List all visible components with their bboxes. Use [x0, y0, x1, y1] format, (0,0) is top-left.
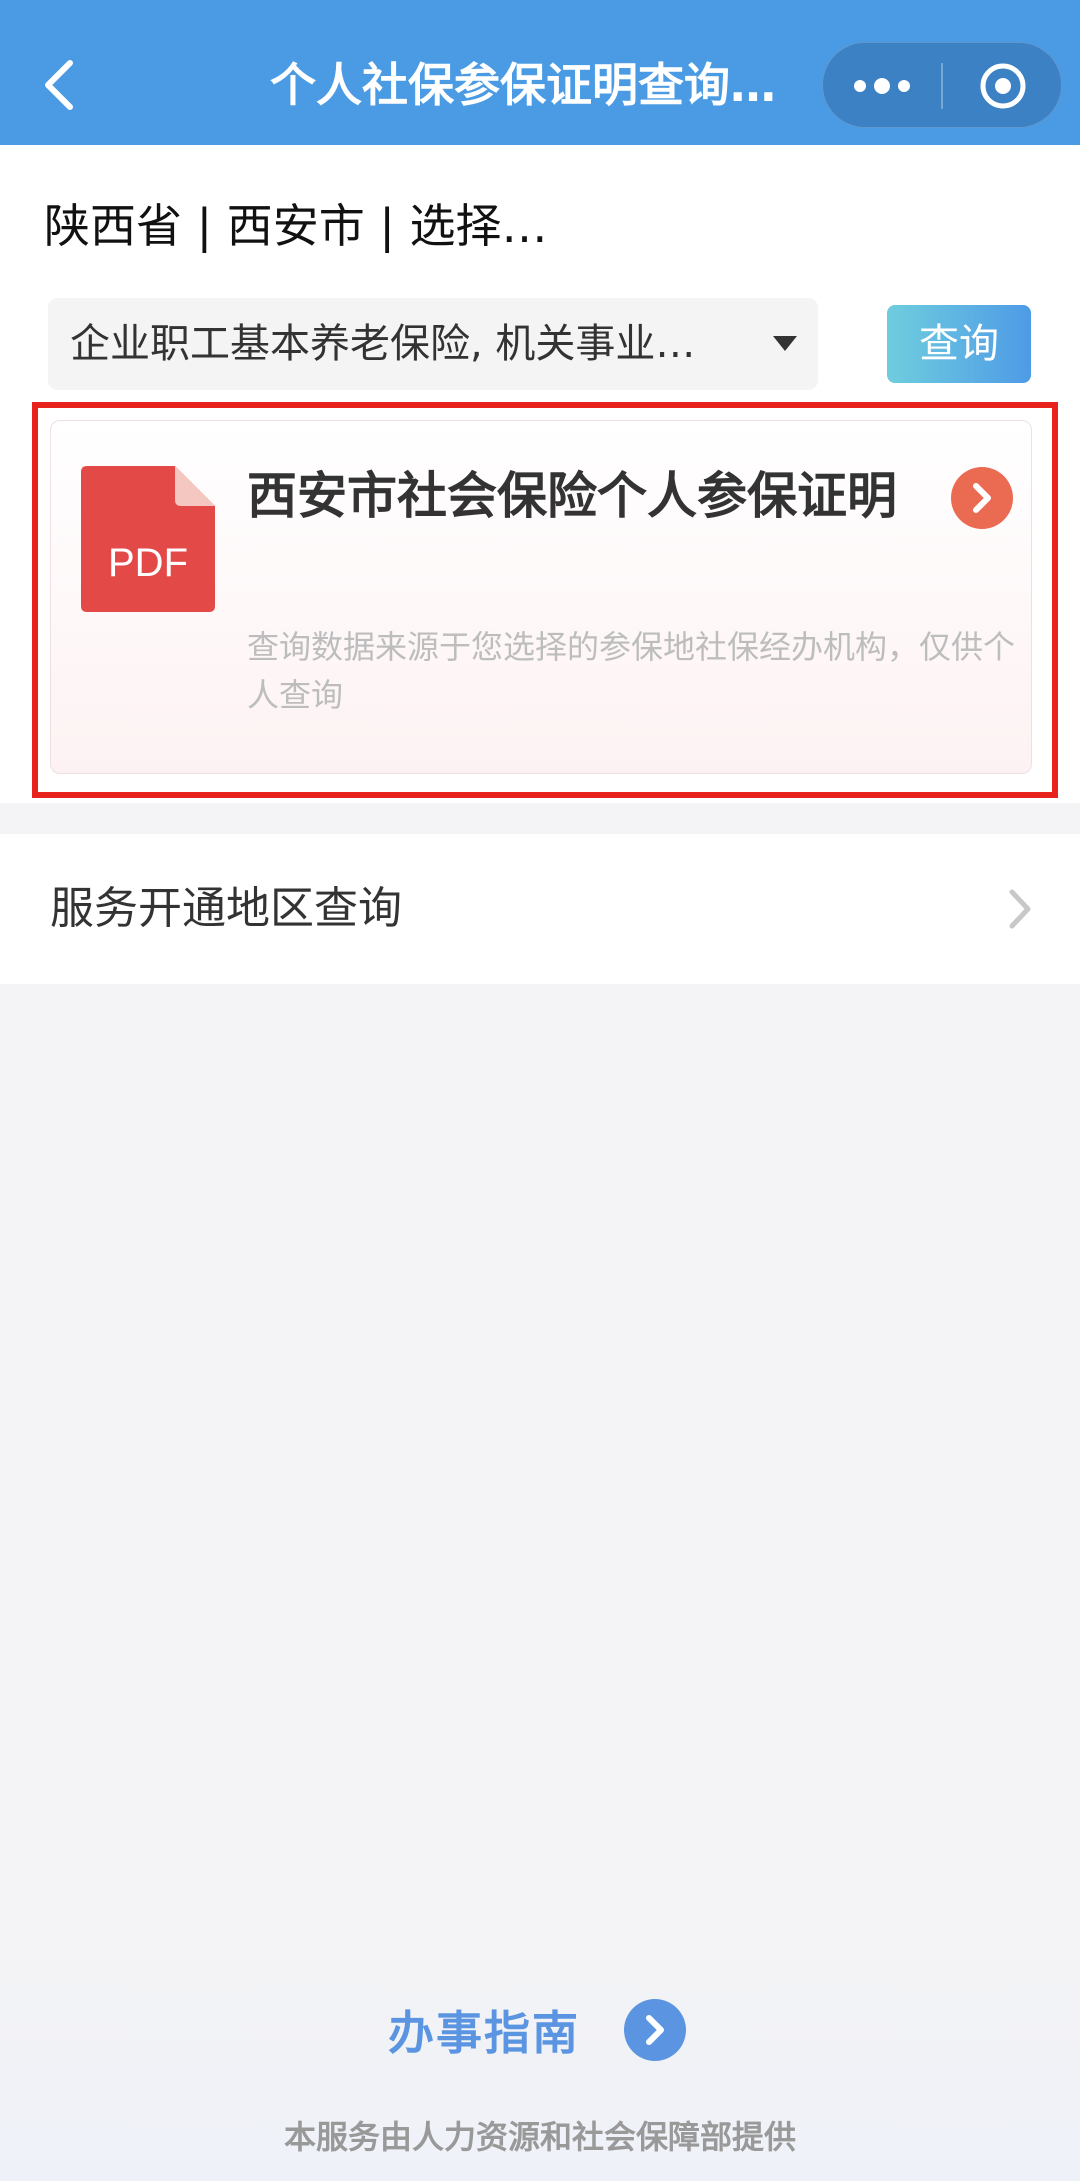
chevron-left-icon [45, 60, 73, 110]
service-area-row[interactable]: 服务开通地区查询 [0, 834, 1080, 984]
service-area-label: 服务开通地区查询 [50, 883, 402, 934]
query-button[interactable]: 查询 [887, 305, 1031, 383]
target-circle-icon [980, 63, 1026, 109]
miniapp-capsule [822, 42, 1062, 128]
caret-down-icon [773, 336, 797, 351]
location-selector[interactable]: 陕西省 | 西安市 | 选择… [44, 190, 547, 256]
more-button[interactable] [823, 43, 941, 129]
guide-link[interactable]: 办事指南 [388, 1990, 686, 2070]
chevron-right-circle-icon [624, 1999, 686, 2061]
insurance-type-select[interactable]: 企业职工基本养老保险, 机关事业… [48, 298, 818, 390]
insurance-type-value: 企业职工基本养老保险, 机关事业… [70, 321, 696, 367]
back-button[interactable] [30, 40, 90, 130]
more-dots-icon [854, 78, 910, 94]
close-miniapp-button[interactable] [943, 43, 1063, 129]
highlight-box [32, 402, 1058, 798]
page-title: 个人社保参保证明查询… [270, 58, 776, 112]
provider-text: 本服务由人力资源和社会保障部提供 [283, 2118, 796, 2156]
chevron-right-icon [1009, 889, 1031, 929]
guide-label: 办事指南 [388, 2006, 580, 2060]
title-bar: 个人社保参保证明查询… [0, 0, 1080, 145]
